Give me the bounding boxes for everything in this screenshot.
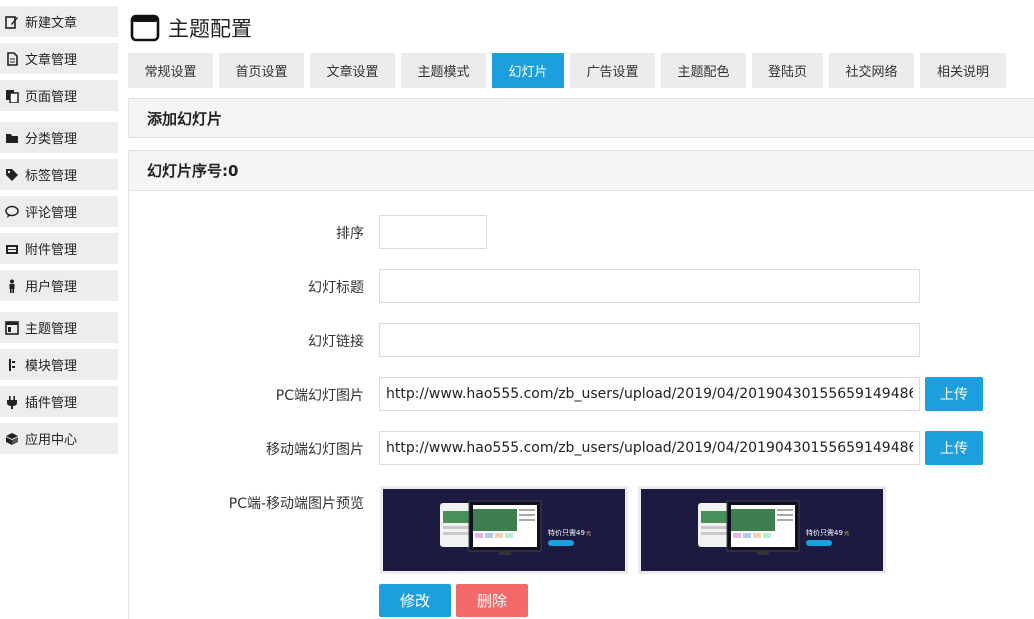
page-header: 主题配置 <box>130 12 252 44</box>
sidebar-item-article-manage[interactable]: 文章管理 <box>0 43 118 74</box>
slide-link-input[interactable] <box>379 323 920 357</box>
slide-panel-header: 幻灯片序号:0 <box>128 150 1034 191</box>
sidebar-item-comment-manage[interactable]: 评论管理 <box>0 196 118 227</box>
sidebar-item-label: 分类管理 <box>25 132 78 147</box>
sidebar-item-theme-manage[interactable]: 主题管理 <box>0 312 118 343</box>
add-slide-panel-header[interactable]: 添加幻灯片 <box>128 98 1034 138</box>
tab-related-info[interactable]: 相关说明 <box>920 53 1006 88</box>
sidebar-item-user-manage[interactable]: 用户管理 <box>0 270 118 301</box>
slide-title-label: 幻灯标题 <box>308 280 364 296</box>
document-icon <box>4 51 19 66</box>
sidebar-item-label: 应用中心 <box>25 433 78 448</box>
order-input[interactable] <box>379 215 487 249</box>
pages-icon <box>4 88 19 103</box>
sidebar-item-label: 评论管理 <box>25 206 78 221</box>
sidebar-item-app-center[interactable]: 应用中心 <box>0 423 118 454</box>
sidebar-item-tag-manage[interactable]: 标签管理 <box>0 159 118 190</box>
tab-social-network[interactable]: 社交网络 <box>829 53 914 88</box>
tab-bar: 常规设置 首页设置 文章设置 主题模式 幻灯片 广告设置 主题配色 登陆页 社交… <box>128 53 1012 88</box>
tab-theme-colors[interactable]: 主题配色 <box>661 53 746 88</box>
tab-theme-mode[interactable]: 主题模式 <box>401 53 486 88</box>
mobile-image-label: 移动端幻灯图片 <box>266 442 364 458</box>
sidebar-item-category-manage[interactable]: 分类管理 <box>0 122 118 153</box>
sidebar-item-label: 标签管理 <box>25 169 78 184</box>
mobile-image-preview: 特价只需49 元 <box>638 486 886 574</box>
sidebar-item-label: 文章管理 <box>25 53 78 68</box>
sidebar-item-label: 主题管理 <box>25 322 78 337</box>
window-icon <box>130 14 160 42</box>
content-divider <box>128 190 129 619</box>
delete-button[interactable]: 删除 <box>456 584 528 617</box>
preview-price-text: 特价只需49 <box>548 528 585 537</box>
comment-icon <box>4 204 19 219</box>
sidebar-item-page-manage[interactable]: 页面管理 <box>0 80 118 111</box>
order-label: 排序 <box>336 226 364 242</box>
app-center-icon <box>4 431 19 446</box>
preview-price-text: 特价只需49 <box>806 528 843 537</box>
pc-image-url-input[interactable] <box>379 377 920 411</box>
mobile-image-upload-button[interactable]: 上传 <box>925 431 983 465</box>
tab-home-settings[interactable]: 首页设置 <box>219 53 304 88</box>
slide-banner-image: 特价只需49 元 <box>383 489 625 571</box>
folder-icon <box>4 130 19 145</box>
mobile-image-url-input[interactable] <box>379 431 920 465</box>
tag-icon <box>4 167 19 182</box>
sidebar-item-new-article[interactable]: 新建文章 <box>0 6 118 37</box>
slide-banner-image: 特价只需49 元 <box>641 489 883 571</box>
edit-button[interactable]: 修改 <box>379 584 451 617</box>
module-icon <box>4 357 19 372</box>
plugin-icon <box>4 394 19 409</box>
sidebar-item-plugin-manage[interactable]: 插件管理 <box>0 386 118 417</box>
preview-price-suffix: 元 <box>844 531 849 537</box>
sidebar-item-label: 用户管理 <box>25 280 78 295</box>
sidebar-item-label: 附件管理 <box>25 243 78 258</box>
tab-slideshow[interactable]: 幻灯片 <box>492 53 564 88</box>
preview-label: PC端-移动端图片预览 <box>228 496 364 512</box>
sidebar-item-module-manage[interactable]: 模块管理 <box>0 349 118 380</box>
tab-general-settings[interactable]: 常规设置 <box>128 53 213 88</box>
tab-ad-settings[interactable]: 广告设置 <box>570 53 655 88</box>
user-icon <box>4 278 19 293</box>
attachment-icon <box>4 241 19 256</box>
sidebar-item-label: 模块管理 <box>25 359 78 374</box>
pc-image-label: PC端幻灯图片 <box>275 388 364 404</box>
sidebar-item-label: 页面管理 <box>25 90 78 105</box>
tab-article-settings[interactable]: 文章设置 <box>310 53 395 88</box>
pc-image-upload-button[interactable]: 上传 <box>925 377 983 411</box>
page-title: 主题配置 <box>168 17 252 41</box>
slide-title-input[interactable] <box>379 269 920 303</box>
sidebar-item-label: 插件管理 <box>25 396 78 411</box>
sidebar-item-label: 新建文章 <box>25 16 78 31</box>
tab-login-page[interactable]: 登陆页 <box>752 53 823 88</box>
sidebar-item-attachment-manage[interactable]: 附件管理 <box>0 233 118 264</box>
theme-icon <box>4 320 19 335</box>
preview-price-suffix: 元 <box>586 531 591 537</box>
pc-image-preview: 特价只需49 元 <box>380 486 628 574</box>
edit-icon <box>4 14 19 29</box>
slide-link-label: 幻灯链接 <box>308 334 364 350</box>
